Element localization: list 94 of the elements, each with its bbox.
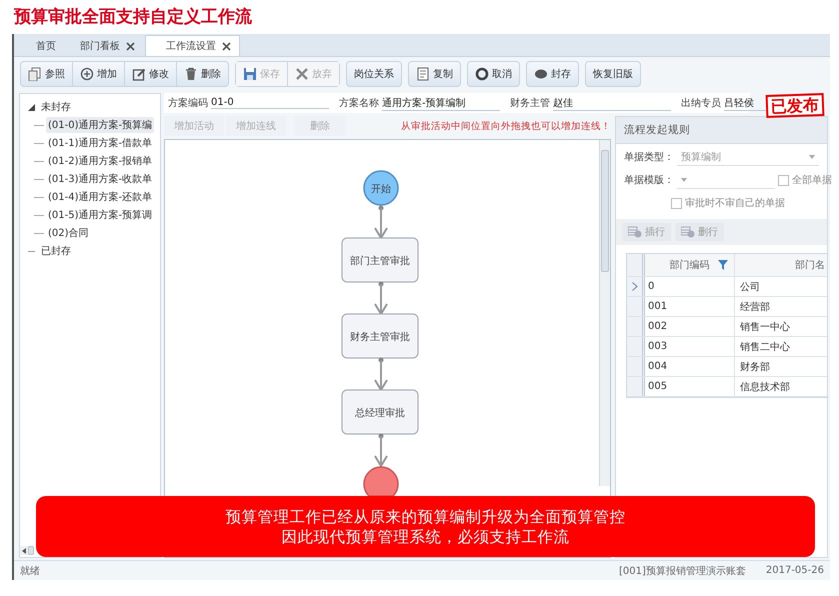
tree-item[interactable]: (01-4)通用方案-还款单 (46, 189, 154, 205)
row-marker[interactable] (627, 297, 645, 316)
column-header[interactable]: 部门名 (735, 254, 827, 276)
cross-icon (295, 67, 309, 81)
table-cell-text: 财务部 (739, 360, 771, 374)
circle-icon (475, 67, 489, 81)
tree-item[interactable]: 已封存 (39, 243, 73, 259)
status-text: 就绪 (20, 564, 40, 578)
start-node[interactable] (363, 170, 399, 206)
tree-item[interactable]: (01-2)通用方案-报销单 (46, 153, 154, 169)
node-label: 总经理审批 (355, 408, 405, 419)
row-marker[interactable] (627, 357, 645, 376)
caret-icon (681, 178, 687, 182)
checkbox-label: 审批时不审自己的单据 (685, 196, 785, 210)
tree-item[interactable]: 未封存 (39, 99, 73, 115)
table-cell-text: 经营部 (739, 300, 771, 314)
table-cell: 001 (645, 297, 735, 316)
connector-arrow (374, 434, 388, 468)
tree-item[interactable]: (01-0)通用方案-预算编 (46, 117, 154, 133)
toolbar-button[interactable]: 删除 (177, 62, 228, 86)
toolbar-button[interactable]: 封存 (527, 62, 578, 86)
task-node[interactable] (342, 390, 418, 434)
node-label: 开始 (371, 184, 391, 195)
table-cell: 002 (645, 317, 735, 336)
row-marker[interactable] (627, 377, 645, 396)
table-cell-text: 销售一中心 (739, 320, 791, 334)
toolbar-button[interactable]: 岗位关系 (347, 62, 401, 86)
toolbar-button[interactable]: 增加 (73, 62, 125, 86)
tree-item[interactable]: (01-1)通用方案-借款单 (46, 135, 154, 151)
connector-arrow (374, 206, 388, 240)
row-marker[interactable] (627, 317, 645, 336)
field-label: 单据类型： (624, 150, 674, 164)
toolbar-button[interactable]: 复制 (409, 62, 460, 86)
hint-text: 从审批活动中间位置向外拖拽也可以增加连线！ (401, 120, 611, 132)
filter-icon (718, 260, 728, 270)
toolbar-button[interactable]: 取消 (468, 62, 519, 86)
end-node[interactable] (363, 466, 399, 497)
table-row-icon (681, 226, 695, 238)
field-label: 单据模版： (624, 174, 674, 187)
tree-item[interactable]: (01-5)通用方案-预算调 (46, 207, 154, 223)
tree-item[interactable]: (01-3)通用方案-收款单 (46, 171, 154, 187)
edit-icon (132, 67, 146, 81)
panel-title: 流程发起规则 (616, 117, 827, 144)
add-icon (80, 67, 94, 81)
field-label: 方案名称 (339, 96, 379, 110)
task-node[interactable] (342, 238, 418, 282)
tab[interactable]: 部门看板 (66, 36, 145, 56)
table-cell: 003 (645, 337, 735, 356)
table-cell: 004 (645, 357, 735, 376)
table-cell: 005 (645, 377, 735, 396)
input-field[interactable]: 通用方案-预算编制 (382, 96, 500, 110)
checkbox[interactable] (778, 174, 789, 186)
scrollbar[interactable] (599, 140, 610, 486)
tree-item[interactable]: (02)合同 (46, 225, 91, 241)
account-text: [001]预算报销管理演示账套 (618, 564, 746, 578)
close-icon (222, 42, 231, 50)
field-label: 财务主管 (510, 96, 550, 110)
close-icon (126, 42, 135, 50)
toolbar-button[interactable]: 修改 (125, 62, 177, 86)
floppy-icon (243, 67, 257, 81)
node-label: 部门主管审批 (350, 256, 410, 267)
scrollbar[interactable] (20, 546, 34, 555)
date-text: 2017-05-26 (766, 565, 824, 576)
chevron-icon (632, 282, 638, 291)
node-label: 财务主管审批 (350, 332, 410, 343)
connector-arrow (374, 358, 388, 392)
input-field[interactable]: 赵佳 (553, 96, 671, 110)
table-cell-text: 信息技术部 (739, 380, 791, 394)
published-stamp: 已发布 (766, 93, 824, 118)
field-label: 出纳专员 (681, 96, 721, 110)
table-row-icon (628, 226, 642, 238)
row-marker[interactable] (627, 277, 645, 296)
column-header[interactable]: 部门编码 (645, 254, 735, 276)
row-marker[interactable] (627, 337, 645, 356)
table-cell-text: 销售二中心 (739, 340, 791, 354)
tab[interactable]: 首页 (22, 36, 66, 56)
tab[interactable]: 工作流设置 (145, 35, 240, 56)
input-field[interactable]: 01-0 (211, 97, 329, 109)
table-cell-text: 公司 (739, 280, 761, 294)
task-node[interactable] (342, 314, 418, 358)
page-title: 预算审批全面支持自定义工作流 (12, 6, 253, 29)
table-cell: 0 (645, 277, 735, 296)
connector-arrow (374, 282, 388, 316)
caret-icon (809, 154, 815, 158)
toolbar-button[interactable]: 参照 (21, 62, 73, 86)
checkbox[interactable] (671, 198, 682, 208)
field-label: 方案编码 (168, 96, 208, 110)
trash-icon (184, 67, 198, 81)
document-icon (416, 67, 430, 81)
caption-text: 因此现代预算管理系统，必须支持工作流 (282, 526, 570, 546)
toolbar-button[interactable]: 恢复旧版 (586, 62, 640, 86)
checkbox-label: 全部单据 (792, 174, 832, 187)
documents-icon (28, 67, 42, 81)
caption-text: 预算管理工作已经从原来的预算编制升级为全面预算管控 (226, 506, 626, 526)
